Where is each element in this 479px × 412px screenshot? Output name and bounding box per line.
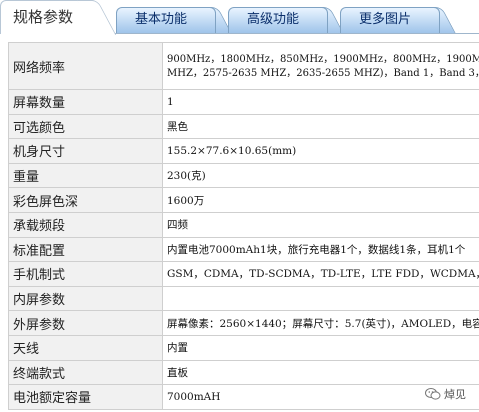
- spec-row: 屏幕数量 1: [8, 89, 479, 115]
- spec-row: 重量 230(克): [8, 162, 479, 189]
- spec-value: [162, 285, 479, 312]
- spec-key: 标准配置: [8, 236, 163, 263]
- spec-key: 内屏参数: [8, 285, 163, 312]
- spec-key: 网络频率: [8, 42, 163, 90]
- spec-row: 标准配置 内置电池7000mAh1块，旅行充电器1个，数据线1条，耳机1个: [8, 236, 479, 263]
- spec-key: 终端款式: [8, 359, 163, 386]
- tab-advanced-functions-label: 高级功能: [247, 12, 300, 27]
- spec-value: 内置: [162, 334, 479, 361]
- tab-specs[interactable]: 规格参数: [0, 0, 98, 34]
- watermark-text: 焯见: [444, 388, 466, 401]
- spec-row: 电池额定容量 7000mAH: [8, 384, 479, 410]
- spec-key: 可选颜色: [8, 113, 163, 140]
- spec-key: 手机制式: [8, 261, 163, 287]
- spec-value: 四频: [162, 211, 479, 238]
- spec-key: 外屏参数: [8, 310, 163, 336]
- tab-basic-functions-label: 基本功能: [135, 12, 188, 27]
- watermark: 焯见: [425, 386, 466, 402]
- spec-row: 可选颜色 黑色: [8, 113, 479, 140]
- tab-more-pictures-label: 更多图片: [359, 12, 412, 27]
- spec-key: 重量: [8, 162, 163, 189]
- spec-value: 1600万: [162, 187, 479, 213]
- spec-row: 内屏参数: [8, 285, 479, 312]
- spec-key: 屏幕数量: [8, 89, 163, 115]
- spec-value: 230(克): [162, 162, 479, 189]
- spec-value: 直板: [162, 359, 479, 386]
- spec-value: 1: [162, 89, 479, 115]
- spec-key: 天线: [8, 334, 163, 361]
- spec-row: 网络频率 900MHz，1800MHz，850MHz，1900MHz，800MHz…: [8, 42, 479, 90]
- spec-key: 电池额定容量: [8, 384, 163, 410]
- spec-row: 彩色屏色深 1600万: [8, 187, 479, 213]
- spec-row: 终端款式 直板: [8, 359, 479, 386]
- spec-table: 网络频率 900MHz，1800MHz，850MHz，1900MHz，800MHz…: [8, 42, 479, 410]
- tab-more-pictures[interactable]: 更多图片: [340, 7, 440, 33]
- spec-value-line: MHZ，2575-2635 MHZ，2635-2655 MHZ)，Band 1，…: [167, 68, 479, 79]
- spec-row: 承载频段 四频: [8, 211, 479, 238]
- tab-bar: 规格参数 基本功能 高级功能 更多图片: [0, 0, 479, 34]
- spec-value: 155.2×77.6×10.65(mm): [162, 138, 479, 164]
- spec-row: 天线 内置: [8, 334, 479, 361]
- spec-value: 内置电池7000mAh1块，旅行充电器1个，数据线1条，耳机1个: [162, 236, 479, 263]
- spec-value: 900MHz，1800MHz，850MHz，1900MHz，800MHz，190…: [162, 42, 479, 90]
- spec-value: 屏幕像素：2560×1440；屏幕尺寸：5.7(英寸)，AMOLED，电容: [162, 310, 479, 336]
- wechat-icon: [425, 388, 441, 400]
- tab-specs-label: 规格参数: [13, 8, 74, 26]
- spec-value-line: 900MHz，1800MHz，850MHz，1900MHz，800MHz，190…: [167, 54, 479, 65]
- tab-basic-functions[interactable]: 基本功能: [116, 7, 216, 33]
- tab-advanced-functions[interactable]: 高级功能: [228, 7, 328, 33]
- spec-key: 承载频段: [8, 211, 163, 238]
- spec-value: 黑色: [162, 113, 479, 140]
- spec-key: 彩色屏色深: [8, 187, 163, 213]
- spec-row: 手机制式 GSM，CDMA，TD-SCDMA，TD-LTE，LTE FDD，WCD…: [8, 261, 479, 287]
- spec-value: GSM，CDMA，TD-SCDMA，TD-LTE，LTE FDD，WCDMA，C…: [162, 261, 479, 287]
- spec-row: 机身尺寸 155.2×77.6×10.65(mm): [8, 138, 479, 164]
- spec-key: 机身尺寸: [8, 138, 163, 164]
- spec-row: 外屏参数 屏幕像素：2560×1440；屏幕尺寸：5.7(英寸)，AMOLED，电…: [8, 310, 479, 336]
